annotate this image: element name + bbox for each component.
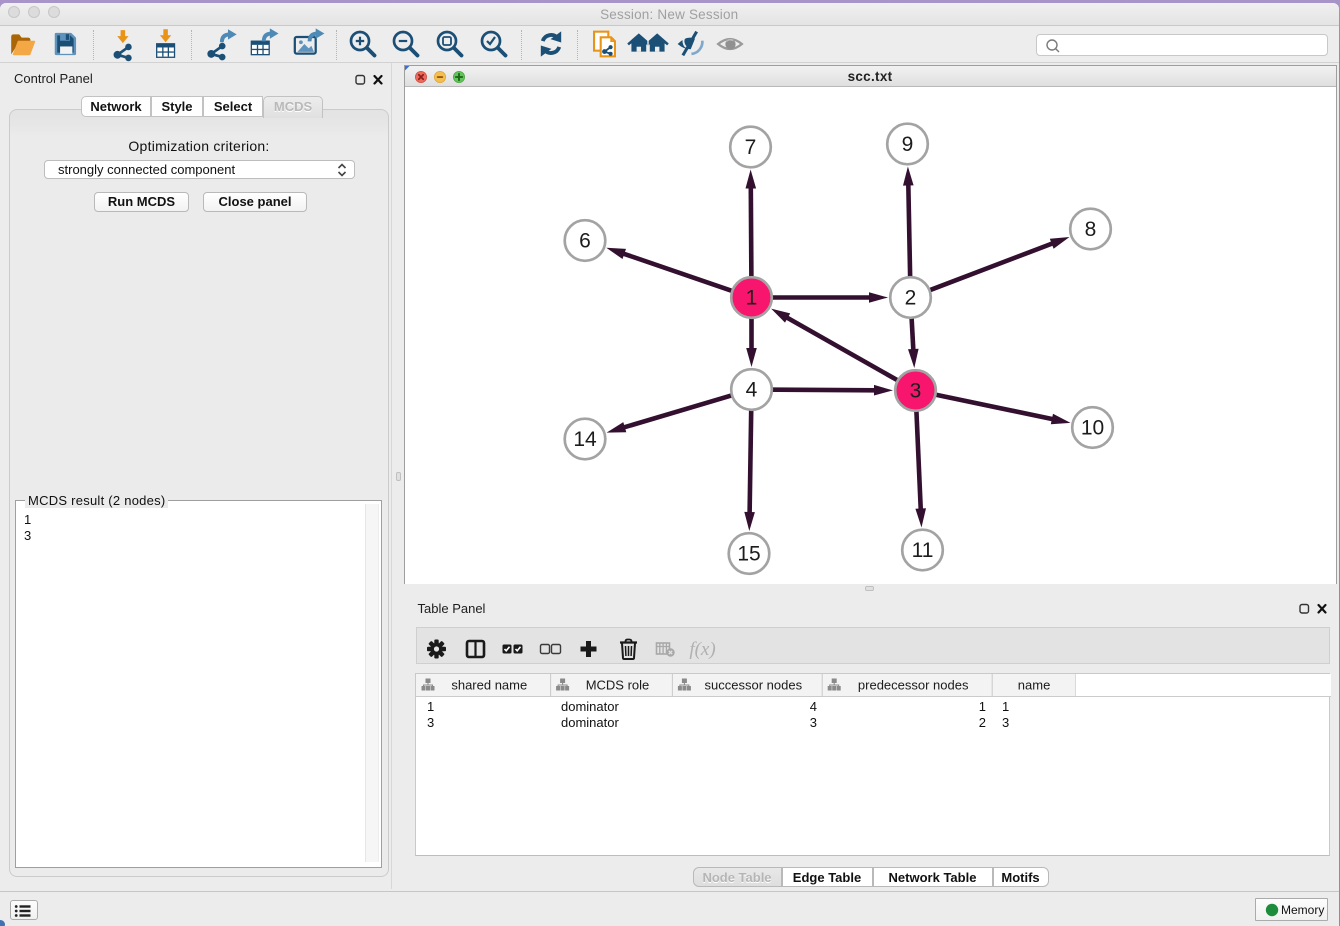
svg-text:8: 8 <box>1084 218 1096 241</box>
svg-text:1: 1 <box>745 286 757 309</box>
svg-text:14: 14 <box>573 428 597 451</box>
svg-text:name: name <box>1018 677 1051 692</box>
svg-text:successor nodes: successor nodes <box>705 677 803 692</box>
svg-text:3: 3 <box>909 379 921 402</box>
svg-text:MCDS role: MCDS role <box>586 677 650 692</box>
svg-text:4: 4 <box>745 378 757 401</box>
svg-text:15: 15 <box>737 542 760 565</box>
svg-text:shared name: shared name <box>451 677 527 692</box>
svg-text:predecessor nodes: predecessor nodes <box>858 677 969 692</box>
svg-text:9: 9 <box>901 133 913 156</box>
svg-text:6: 6 <box>579 229 591 252</box>
svg-text:f(x): f(x) <box>689 639 715 660</box>
svg-text:10: 10 <box>1080 416 1103 439</box>
svg-text:11: 11 <box>911 539 933 562</box>
svg-text:7: 7 <box>744 136 756 159</box>
svg-text:2: 2 <box>904 286 916 309</box>
